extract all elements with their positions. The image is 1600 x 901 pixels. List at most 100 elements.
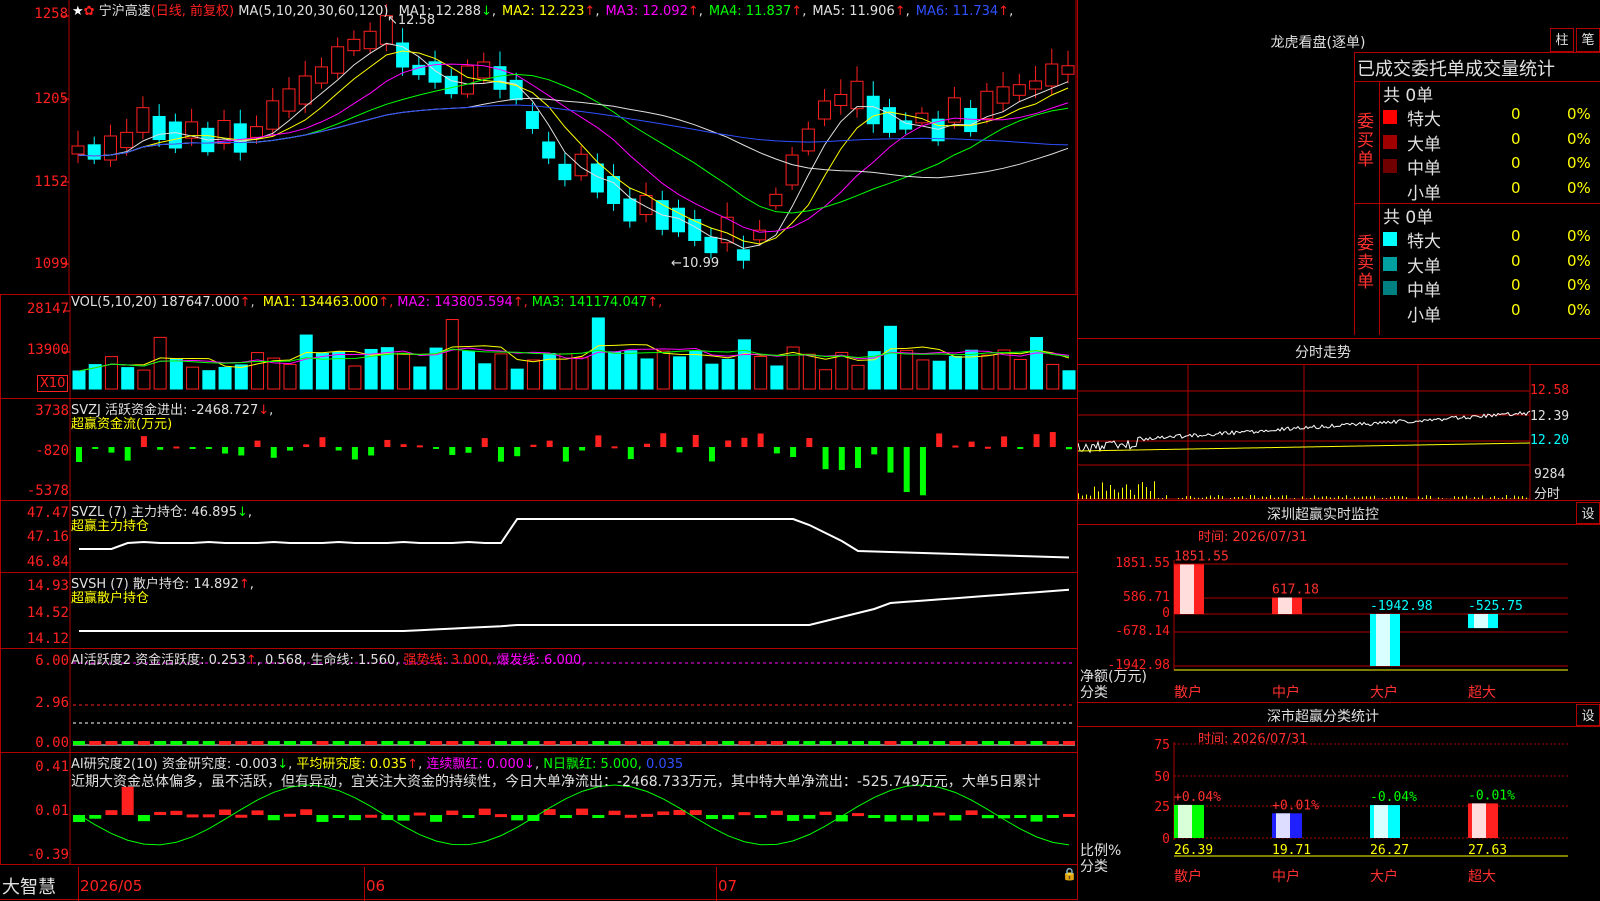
bar-mode-button[interactable]: 柱: [1550, 28, 1574, 52]
svsh-pane[interactable]: 14.93 14.52 14.12 SVSH (7) 散户持仓: 14.892↑…: [0, 572, 1078, 648]
ma-value: MA2: 12.223: [502, 4, 584, 19]
volume-pane[interactable]: 28147 13900 X10 VOL(5,10,20) 187647.000↑…: [0, 294, 1078, 398]
ai-research-header: AI研究度2(10) 资金研究度: -0.003: [71, 757, 277, 772]
svzl-pane[interactable]: 47.47 47.16 46.84 SVZL (7) 主力持仓: 46.895↓…: [0, 500, 1078, 572]
longhu-title: 龙虎看盘(逐单): [1078, 32, 1558, 52]
sell-color-swatch: [1383, 281, 1397, 295]
ma-value: MA5: 11.906: [812, 4, 894, 19]
ai-active-lifeline: 0.568, 生命线: 1.560,: [265, 653, 399, 668]
intraday-chart[interactable]: 12.58 12.39 12.20 9284 分时: [1078, 364, 1600, 501]
sz-monitor-bar: [1468, 614, 1498, 628]
chart-mode[interactable]: (日线, 前复权): [151, 4, 234, 19]
sz-monitor-bar-label: 1851.55: [1174, 549, 1229, 564]
intraday-tick: 12.58: [1530, 383, 1600, 398]
stats-table: 已成交委托单成交量统计 委买单 委卖单 共 0单 共 0单 特大00%大单00%…: [1354, 52, 1600, 335]
buy-row-name: 大单: [1407, 130, 1441, 155]
buy-row-pct: 0%: [1567, 179, 1591, 197]
sell-color-swatch: [1383, 232, 1397, 246]
intraday-tick: 12.39: [1530, 409, 1600, 424]
sz-monitor-tick: 586.71: [1078, 590, 1170, 605]
ai-active-header: AI活跃度2 资金活跃度: 0.253: [71, 653, 246, 668]
sz-class-bar: [1468, 803, 1498, 838]
sz-class-bar: [1272, 813, 1302, 838]
high-marker: ↖12.58: [387, 13, 435, 28]
sz-monitor-bar: [1370, 614, 1400, 666]
sell-color-swatch: [1383, 257, 1397, 271]
sell-row-pct: 0%: [1567, 227, 1591, 245]
buy-row-pct: 0%: [1567, 154, 1591, 172]
star-icon[interactable]: ★: [72, 4, 84, 19]
sell-row-name: 特大: [1407, 227, 1441, 252]
date-label: 07: [718, 877, 737, 895]
buy-total: 共 0单: [1383, 81, 1433, 106]
sell-row-name: 中单: [1407, 276, 1441, 301]
sz-class-category: 超大: [1468, 866, 1496, 886]
buy-row-count: 0: [1511, 179, 1521, 197]
pen-mode-button[interactable]: 笔: [1576, 28, 1600, 52]
sz-monitor-cat: 分类: [1080, 682, 1108, 702]
sell-row-count: 0: [1511, 301, 1521, 319]
ma-arrow: ↑: [895, 4, 906, 19]
ai-active-pane[interactable]: 6.00 2.96 0.00 AI活跃度2 资金活跃度: 0.253↑, 0.5…: [0, 648, 1078, 752]
ai-research-extra: 0.035: [646, 757, 683, 772]
sell-row-name: 大单: [1407, 252, 1441, 277]
sz-monitor-bar: [1272, 597, 1302, 614]
stats-title: 已成交委托单成交量统计: [1357, 55, 1555, 81]
sz-class-change: +0.01%: [1272, 798, 1319, 813]
sz-class-tick: 75: [1078, 738, 1170, 753]
sell-total: 共 0单: [1383, 203, 1433, 228]
ai-research-nday: N日飘红: 5.000,: [543, 757, 642, 772]
buy-row-count: 0: [1511, 130, 1521, 148]
flower-icon: ✿: [84, 4, 95, 19]
buy-label: 委买单: [1357, 113, 1377, 170]
ai-active-burst: 爆发线: 6.000,: [497, 653, 586, 668]
volume-ma-value: MA3: 141174.047: [532, 295, 647, 310]
sz-monitor-chart: 时间: 2026/07/31 1851.55617.18-1942.98-525…: [1078, 524, 1600, 702]
sz-monitor-category: 超大: [1468, 682, 1496, 702]
sell-row-count: 0: [1511, 252, 1521, 270]
volume-bars: [1, 295, 1079, 399]
sz-class-tick: 50: [1078, 770, 1170, 785]
buy-row-pct: 0%: [1567, 105, 1591, 123]
buy-row-pct: 0%: [1567, 130, 1591, 148]
sz-monitor-title: 深圳超赢实时监控: [1078, 504, 1568, 524]
low-marker: ←10.99: [671, 256, 719, 271]
sz-class-value: 27.63: [1468, 843, 1507, 858]
ai-research-avg: 平均研究度: 0.035: [296, 757, 407, 772]
sell-row-pct: 0%: [1567, 276, 1591, 294]
ma-label: MA(5,10,20,30,60,120): [238, 4, 388, 19]
sz-monitor-settings-button[interactable]: 设: [1576, 502, 1600, 524]
ma-arrow: ↑: [998, 4, 1009, 19]
buy-row-count: 0: [1511, 105, 1521, 123]
sz-class-value: 26.27: [1370, 843, 1409, 858]
date-label: 2026/05: [80, 877, 142, 895]
ma-arrow: ↑: [584, 4, 595, 19]
ai-research-red: 连续飘红: 0.000: [426, 757, 524, 772]
lock-icon[interactable]: 🔒: [1062, 867, 1077, 881]
ma-arrow: ↑: [791, 4, 802, 19]
sz-monitor-tick: 0: [1078, 606, 1170, 621]
sz-class-value: 26.39: [1174, 843, 1213, 858]
sz-monitor-tick: 1851.55: [1078, 556, 1170, 571]
date-label: 06: [366, 877, 385, 895]
svzl-sub: 超赢主力持仓: [71, 515, 149, 534]
svzj-pane[interactable]: 3738 -820 -5378 SVZJ 活跃资金进出: -2468.727↓,…: [0, 398, 1078, 500]
volume-ma-value: MA1: 134463.000: [263, 295, 378, 310]
candlestick-chart: [0, 0, 1078, 294]
sz-class-tick: 25: [1078, 800, 1170, 815]
ma-value: MA4: 11.837: [709, 4, 791, 19]
sell-row-count: 0: [1511, 227, 1521, 245]
svsh-sub: 超赢散户持仓: [71, 587, 149, 606]
ai-research-pane[interactable]: 0.41 0.01 -0.39 AI研究度2(10) 资金研究度: -0.003…: [0, 752, 1078, 864]
ai-active-strong: 强势线: 3.000,: [404, 653, 493, 668]
sz-class-bar: [1174, 805, 1204, 838]
svzj-sub: 超赢资金流(万元): [71, 413, 172, 432]
ai-commentary: 近期大资金总体偏多，虽不活跃，但有异动，宜关注大资金的持续性，今日大单净流出：-…: [71, 771, 1077, 791]
sz-class-cat: 分类: [1080, 856, 1108, 876]
ma-arrow: ↓: [481, 4, 492, 19]
sz-class-settings-button[interactable]: 设: [1576, 704, 1600, 726]
sz-class-category: 散户: [1174, 866, 1202, 886]
sell-row-pct: 0%: [1567, 252, 1591, 270]
price-pane[interactable]: 1258 1205 1152 1099 ★✿ 宁沪高速(日线, 前复权) MA(…: [0, 0, 1078, 294]
volume-value: 187647.000: [161, 295, 240, 310]
